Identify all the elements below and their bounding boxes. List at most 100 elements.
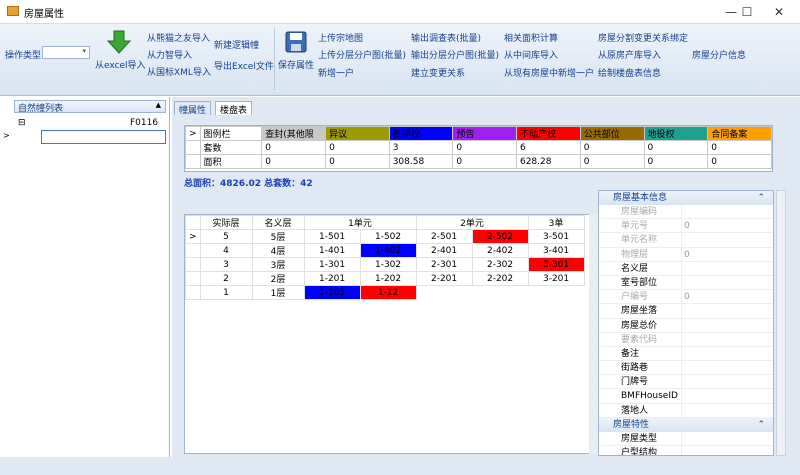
tab-building-table[interactable]: 楼盘表 <box>215 101 253 116</box>
tab-building-props[interactable]: 幢属性 <box>174 101 212 116</box>
room-cell[interactable]: 3-501 <box>527 229 585 244</box>
property-value[interactable] <box>681 346 773 361</box>
room-cell[interactable]: 2-302 <box>471 257 529 272</box>
draw-building-table-button[interactable]: 绘制楼盘表信息 <box>598 66 661 79</box>
property-value[interactable] <box>681 304 773 318</box>
legend-row-header: 套数 <box>199 140 263 155</box>
column-header: 实际层 <box>199 215 253 230</box>
room-cell[interactable]: 3-301 <box>527 257 585 272</box>
floor-row: >5 5层 1-501 1-502 2-501 2-502 3-501 <box>185 229 585 244</box>
house-unit-info-button[interactable]: 房屋分户信息 <box>692 48 746 61</box>
collapse-icon[interactable]: ⌃ <box>757 191 765 205</box>
property-value[interactable] <box>681 375 773 389</box>
room-cell[interactable]: 1-201 <box>303 271 361 286</box>
property-row: 户型结构 <box>599 446 773 455</box>
room-cell[interactable]: 2-402 <box>471 243 529 258</box>
unit-header: 2单元 <box>415 215 529 230</box>
room-cell[interactable]: 1-12 <box>359 285 417 300</box>
add-unit-button[interactable]: 新增一户 <box>318 66 354 79</box>
room-cell[interactable]: 2-401 <box>415 243 473 258</box>
legend-value: 0 <box>325 140 390 155</box>
room-cell[interactable]: 1-101 <box>303 285 361 300</box>
legend-value: 0 <box>261 140 327 155</box>
room-cell[interactable]: 3-401 <box>527 243 585 258</box>
room-cell[interactable]: 1-502 <box>359 229 417 244</box>
upload-parcel-map-button[interactable]: 上传宗地图 <box>318 31 363 44</box>
legend-value: 0 <box>261 154 327 169</box>
floor-cell: 1 <box>199 285 253 300</box>
property-value[interactable] <box>681 233 773 247</box>
property-section-header[interactable]: 房屋基本信息 ⌃ <box>599 191 773 205</box>
room-cell[interactable]: 1-302 <box>359 257 417 272</box>
property-value[interactable] <box>681 275 773 290</box>
row-indicator-icon: > <box>3 131 10 140</box>
room-cell[interactable]: 1-301 <box>303 257 361 272</box>
property-value[interactable]: 0 <box>681 247 773 261</box>
close-button[interactable]: ✕ <box>756 0 800 24</box>
property-section-header[interactable]: 房屋特性 ⌃ <box>599 417 773 432</box>
room-cell[interactable]: 1-501 <box>303 229 361 244</box>
toolbar-separator <box>274 28 275 90</box>
import-original-db-button[interactable]: 从原房产库导入 <box>598 48 661 61</box>
property-value[interactable] <box>681 205 773 219</box>
excel-import-button[interactable]: 从excel导入 <box>95 58 146 71</box>
split-change-bind-button[interactable]: 房屋分割变更关系绑定 <box>598 31 688 44</box>
property-value[interactable] <box>681 446 773 455</box>
room-cell[interactable]: 2-501 <box>415 229 473 244</box>
legend-table: > 图例栏 查封(其他限 异议 抵押权 预告 不动产权 公共部位 地役权 合同备案 套数 0 0 3 0 6 0… <box>185 126 772 169</box>
property-value[interactable] <box>681 261 773 275</box>
collapse-icon[interactable]: ⌃ <box>757 418 765 432</box>
new-logic-building-button[interactable]: 新建逻辑幢 <box>214 38 259 51</box>
add-from-existing-button[interactable]: 从现有房屋中新增一户 <box>504 66 594 79</box>
import-middle-db-button[interactable]: 从中间库导入 <box>504 48 558 61</box>
property-value[interactable] <box>681 431 773 445</box>
property-value[interactable]: 0 <box>681 219 773 233</box>
room-cell[interactable]: 1-401 <box>303 243 361 258</box>
room-cell[interactable]: 2-502 <box>471 229 529 244</box>
property-label: 户编号 <box>621 292 649 303</box>
save-props-button[interactable]: 保存属性 <box>278 58 314 71</box>
property-row: 户编号 0 <box>599 290 773 305</box>
legend-value: 628.28 <box>515 154 581 169</box>
floor-cell: 5 <box>199 229 253 244</box>
property-row: 单元号 0 <box>599 219 773 234</box>
floor-name-cell: 1层 <box>251 285 305 300</box>
tree-expand-icon[interactable]: ⊟ <box>18 118 26 128</box>
property-value[interactable] <box>681 361 773 375</box>
property-label: 房屋类型 <box>621 433 658 444</box>
legend-row: > 图例栏 查封(其他限 异议 抵押权 预告 不动产权 公共部位 地役权 合同备案 <box>185 126 772 141</box>
property-value[interactable]: 0 <box>681 290 773 304</box>
property-value[interactable] <box>681 332 773 346</box>
tree-node-label[interactable]: F0116 <box>130 118 158 128</box>
import-gb-xml-button[interactable]: 从国标XML导入 <box>147 65 211 78</box>
room-cell[interactable]: 2-301 <box>415 257 473 272</box>
row-indicator <box>185 285 201 300</box>
room-cell[interactable]: 1-402 <box>359 243 417 258</box>
row-indicator <box>185 215 201 230</box>
room-cell[interactable]: 1-202 <box>359 271 417 286</box>
area-calc-button[interactable]: 相关面积计算 <box>504 31 558 44</box>
room-cell[interactable]: 2-202 <box>471 271 529 286</box>
export-excel-button[interactable]: 导出Excel文件 <box>214 59 274 72</box>
property-scrollbar[interactable] <box>776 190 786 456</box>
property-value[interactable] <box>681 389 773 403</box>
op-type-select[interactable]: ▾ <box>42 46 90 59</box>
unit-header: 1单元 <box>303 215 417 230</box>
splitter[interactable] <box>589 214 598 454</box>
import-xiongmao-button[interactable]: 从熊猫之友导入 <box>147 31 210 44</box>
export-floor-plan-button[interactable]: 输出分层分户图(批量) <box>411 48 499 61</box>
app-icon <box>7 6 19 16</box>
room-cell[interactable]: 3-201 <box>527 271 585 286</box>
save-icon <box>284 30 308 54</box>
property-label: 要素代码 <box>621 334 658 345</box>
row-indicator: > <box>185 126 201 141</box>
build-change-relation-button[interactable]: 建立变更关系 <box>411 66 465 79</box>
property-value[interactable] <box>681 318 773 332</box>
export-survey-button[interactable]: 输出调查表(批量) <box>411 31 481 44</box>
import-lizhi-button[interactable]: 从力智导入 <box>147 48 192 61</box>
property-value[interactable] <box>681 403 773 417</box>
upload-floor-plan-button[interactable]: 上传分层分户图(批量) <box>318 48 406 61</box>
legend-row: 面积 0 0 308.58 0 628.28 0 0 0 <box>185 154 772 169</box>
room-cell[interactable]: 2-201 <box>415 271 473 286</box>
tree-node-edit[interactable] <box>41 130 166 144</box>
